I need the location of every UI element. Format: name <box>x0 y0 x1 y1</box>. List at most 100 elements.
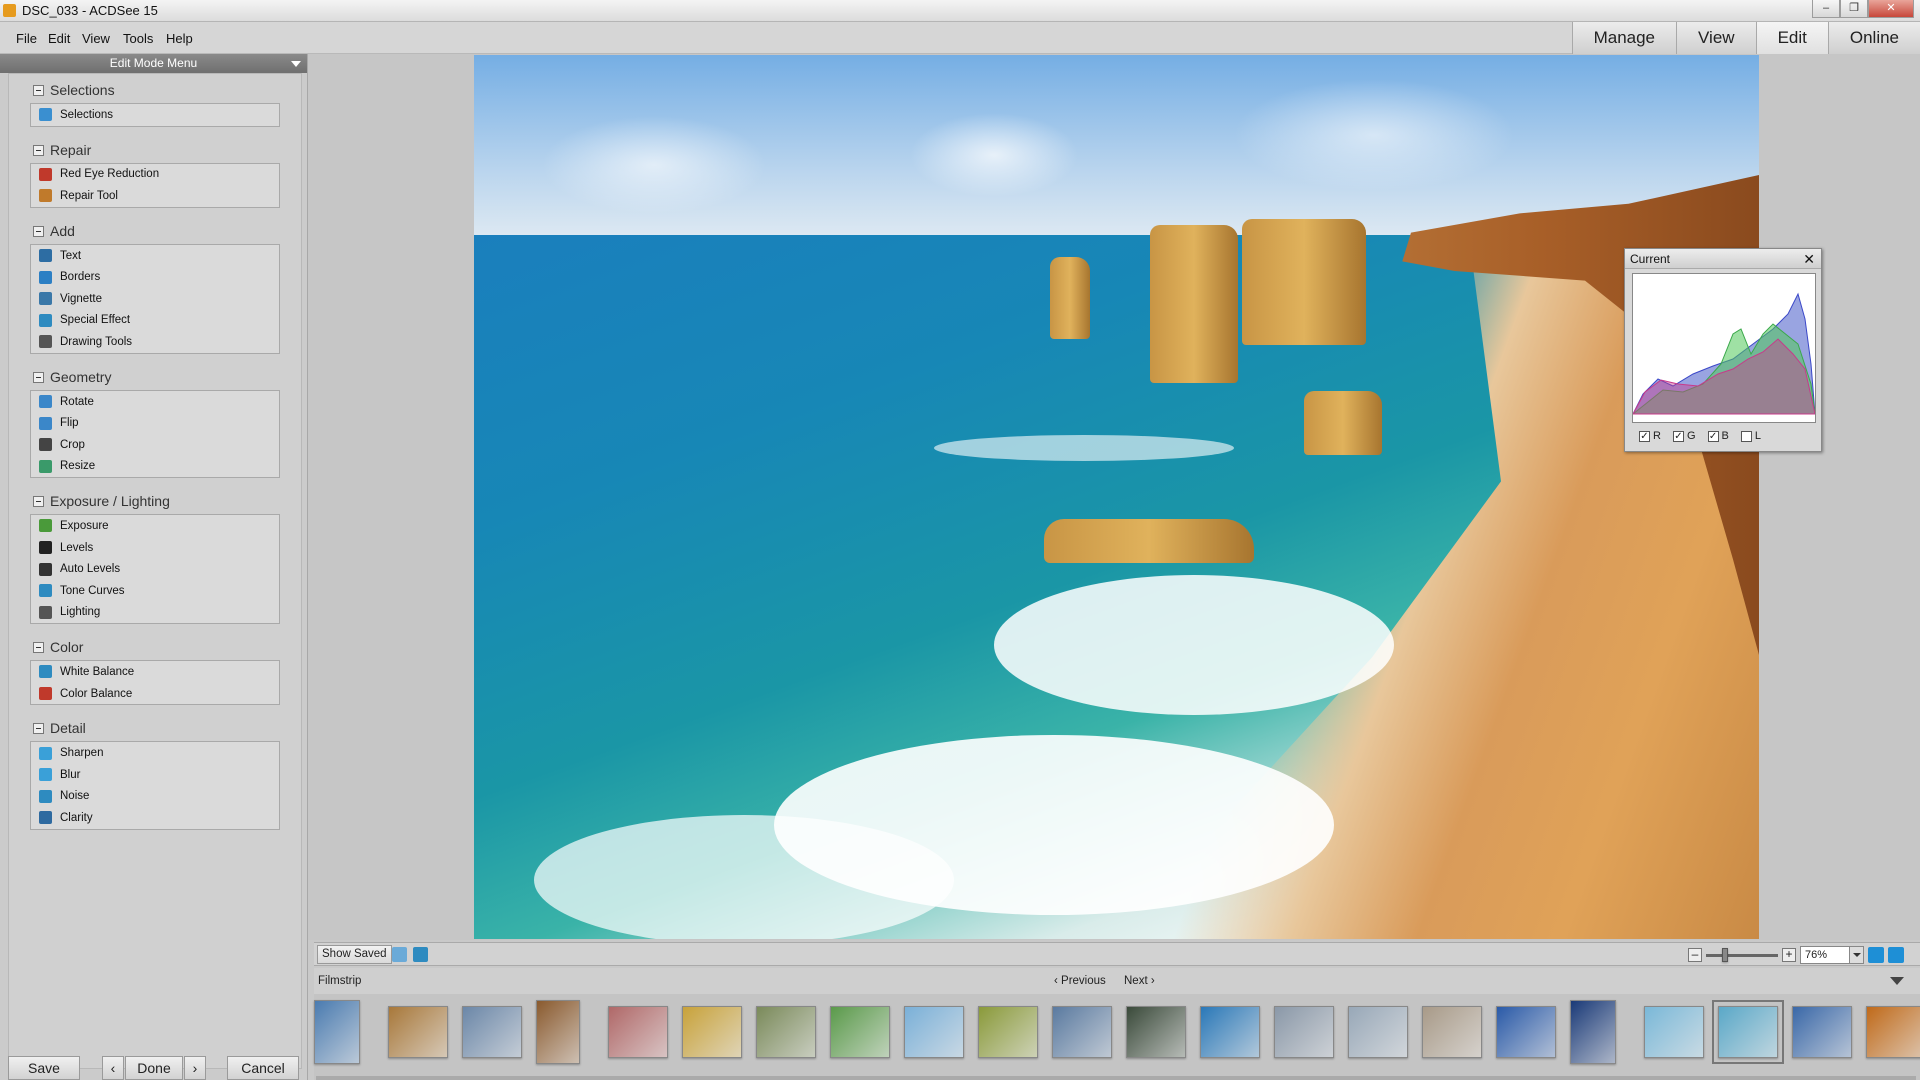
menu-help[interactable]: Help <box>166 31 193 46</box>
menu-file[interactable]: File <box>16 31 37 46</box>
group-header[interactable]: Geometry <box>33 369 111 385</box>
filmstrip-thumbnail[interactable] <box>1712 1000 1784 1064</box>
next-image-button[interactable]: › <box>184 1056 206 1080</box>
tool-white-balance[interactable]: White Balance <box>31 661 279 683</box>
channel-l[interactable]: L <box>1740 430 1761 442</box>
tool-lighting[interactable]: Lighting <box>31 602 279 624</box>
collapse-icon[interactable] <box>33 144 44 156</box>
filmstrip-thumbnail[interactable] <box>756 1006 816 1058</box>
filmstrip-thumbnail[interactable] <box>536 1000 580 1064</box>
histogram-title-bar[interactable]: Current ✕ <box>1625 249 1821 269</box>
tool-resize[interactable]: Resize <box>31 456 279 478</box>
filmstrip-thumbnail[interactable] <box>682 1006 742 1058</box>
actual-size-icon[interactable] <box>1868 947 1884 963</box>
tool-exposure[interactable]: Exposure <box>31 515 279 537</box>
tool-vignette[interactable]: Vignette <box>31 288 279 310</box>
menu-tools[interactable]: Tools <box>123 31 153 46</box>
collapse-icon[interactable] <box>33 723 44 735</box>
tool-red-eye-reduction[interactable]: Red Eye Reduction <box>31 164 279 186</box>
close-button[interactable]: ✕ <box>1868 0 1914 18</box>
filmstrip-thumbnail[interactable] <box>1496 1006 1556 1058</box>
tab-online[interactable]: Online <box>1827 22 1920 54</box>
tool-crop[interactable]: Crop <box>31 434 279 456</box>
histogram-window[interactable]: Current ✕ ✓ R ✓ G ✓ B L <box>1624 248 1822 452</box>
filmstrip-thumbnail[interactable] <box>978 1006 1038 1058</box>
tool-selections[interactable]: Selections <box>31 104 279 126</box>
filmstrip-thumbnail[interactable] <box>1274 1006 1334 1058</box>
menu-edit[interactable]: Edit <box>48 31 70 46</box>
done-button[interactable]: Done <box>125 1056 183 1080</box>
maximize-button[interactable]: ❐ <box>1840 0 1868 18</box>
show-saved-button[interactable]: Show Saved <box>317 945 392 964</box>
compare-icon[interactable] <box>392 947 407 962</box>
collapse-icon[interactable] <box>33 225 44 237</box>
filmstrip-thumbnail[interactable] <box>608 1006 668 1058</box>
filmstrip-thumbnail[interactable] <box>388 1006 448 1058</box>
filmstrip-thumbnail[interactable] <box>1570 1000 1616 1064</box>
tool-auto-levels[interactable]: Auto Levels <box>31 558 279 580</box>
channel-b[interactable]: ✓ B <box>1707 430 1729 442</box>
zoom-out-button[interactable]: – <box>1688 948 1702 962</box>
tool-color-balance[interactable]: Color Balance <box>31 683 279 705</box>
filmstrip-thumbnail[interactable] <box>1348 1006 1408 1058</box>
tool-drawing-tools[interactable]: Drawing Tools <box>31 331 279 353</box>
tool-flip[interactable]: Flip <box>31 412 279 434</box>
group-header[interactable]: Selections <box>33 82 115 98</box>
channel-r[interactable]: ✓ R <box>1639 430 1661 442</box>
tool-blur[interactable]: Blur <box>31 764 279 786</box>
collapse-icon[interactable] <box>33 642 44 654</box>
zoom-select[interactable]: 76% <box>1800 946 1864 964</box>
tab-manage[interactable]: Manage <box>1571 22 1677 54</box>
image-viewer[interactable] <box>308 54 1920 940</box>
filmstrip-next[interactable]: Next › <box>1124 975 1155 987</box>
tool-sharpen[interactable]: Sharpen <box>31 742 279 764</box>
filmstrip-thumbnail[interactable] <box>1052 1006 1112 1058</box>
filmstrip-scrollbar[interactable] <box>316 1076 1916 1080</box>
group-header[interactable]: Add <box>33 223 75 239</box>
histogram-close-icon[interactable]: ✕ <box>1803 249 1815 269</box>
filmstrip-thumbnail[interactable] <box>462 1006 522 1058</box>
filmstrip-thumbnail[interactable] <box>1866 1006 1920 1058</box>
filmstrip-collapse-icon[interactable] <box>1890 977 1904 985</box>
channel-g[interactable]: ✓ G <box>1672 430 1696 442</box>
main-photo[interactable] <box>474 55 1759 939</box>
collapse-icon[interactable] <box>33 496 44 508</box>
filmstrip-thumbnail[interactable] <box>314 1000 360 1064</box>
save-button[interactable]: Save <box>8 1056 80 1080</box>
filmstrip-thumbnail[interactable] <box>1422 1006 1482 1058</box>
tool-clarity[interactable]: Clarity <box>31 807 279 829</box>
filmstrip-thumbnail[interactable] <box>830 1006 890 1058</box>
zoom-slider[interactable] <box>1706 947 1778 962</box>
tool-repair-tool[interactable]: Repair Tool <box>31 185 279 207</box>
group-header[interactable]: Repair <box>33 142 91 158</box>
zoom-in-button[interactable]: + <box>1782 948 1796 962</box>
tool-text[interactable]: Text <box>31 245 279 267</box>
filmstrip-previous[interactable]: ‹ Previous <box>1054 975 1106 987</box>
tool-levels[interactable]: Levels <box>31 537 279 559</box>
split-view-icon[interactable] <box>413 947 428 962</box>
panel-menu-icon[interactable] <box>291 61 301 67</box>
minimize-button[interactable]: – <box>1812 0 1840 18</box>
group-header[interactable]: Exposure / Lighting <box>33 493 170 509</box>
filmstrip-thumbnail[interactable] <box>904 1006 964 1058</box>
cancel-button[interactable]: Cancel <box>227 1056 299 1080</box>
filmstrip-thumbnail[interactable] <box>1792 1006 1852 1058</box>
tool-tone-curves[interactable]: Tone Curves <box>31 580 279 602</box>
filmstrip-thumbnail[interactable] <box>1126 1006 1186 1058</box>
group-header[interactable]: Detail <box>33 720 86 736</box>
tool-noise[interactable]: Noise <box>31 786 279 808</box>
tool-special-effect[interactable]: Special Effect <box>31 310 279 332</box>
previous-image-button[interactable]: ‹ <box>102 1056 124 1080</box>
filmstrip-thumbnail[interactable] <box>1644 1006 1704 1058</box>
collapse-icon[interactable] <box>33 85 44 96</box>
menu-view[interactable]: View <box>82 31 110 46</box>
fit-image-icon[interactable] <box>1888 947 1904 963</box>
collapse-icon[interactable] <box>33 371 44 383</box>
zoom-slider-thumb[interactable] <box>1722 947 1728 962</box>
tool-borders[interactable]: Borders <box>31 266 279 288</box>
group-header[interactable]: Color <box>33 639 83 655</box>
filmstrip-thumbnail[interactable] <box>1200 1006 1260 1058</box>
tab-view[interactable]: View <box>1676 22 1756 54</box>
tab-edit[interactable]: Edit <box>1755 22 1828 54</box>
tool-rotate[interactable]: Rotate <box>31 391 279 413</box>
